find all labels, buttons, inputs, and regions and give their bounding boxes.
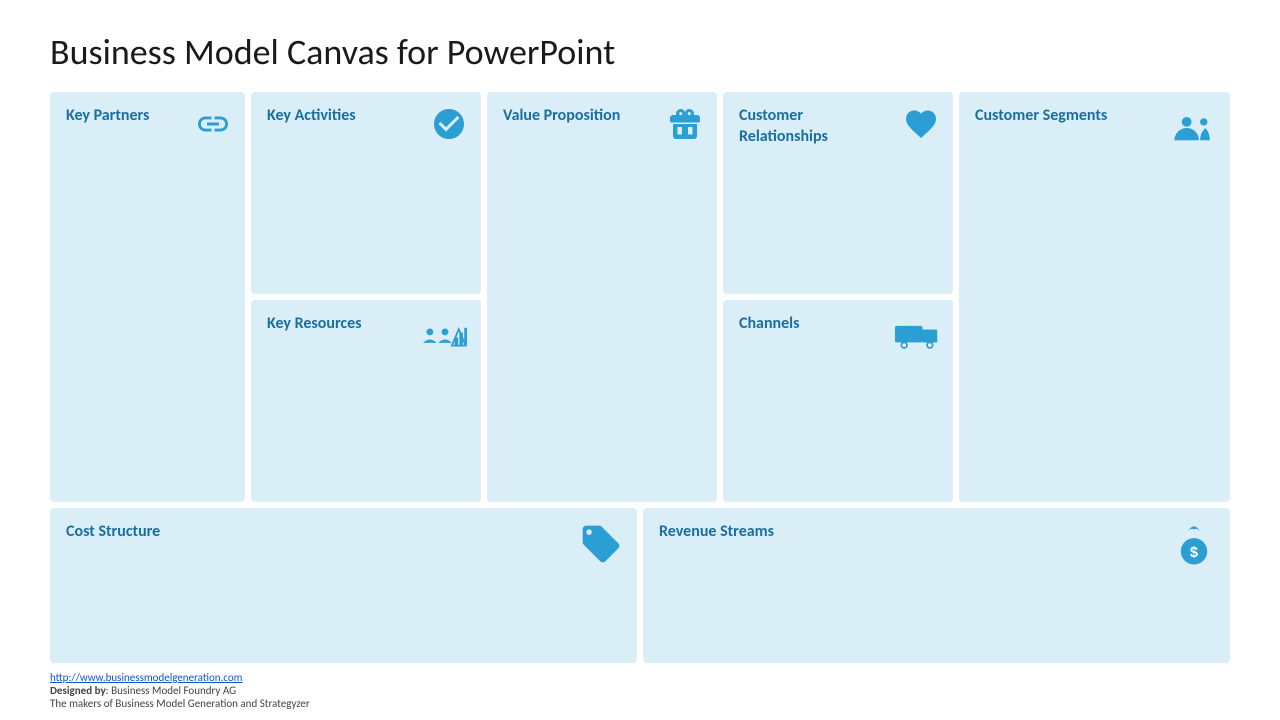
truck-icon [895, 314, 939, 366]
footer: http://www.businessmodelgeneration.com D… [50, 671, 1230, 710]
link-icon [195, 106, 231, 150]
tag-icon [579, 522, 623, 574]
footer-link[interactable]: http://www.businessmodelgeneration.com [50, 671, 242, 684]
key-resources-label: Key Resources [267, 314, 416, 335]
key-activities-label: Key Activities [267, 106, 416, 127]
cell-customer-segments: Customer Segments [959, 92, 1230, 502]
cell-channels: Channels [723, 300, 953, 502]
value-proposition-label: Value Proposition [503, 106, 652, 127]
tag-icon-svg [579, 522, 623, 566]
col-customer-right: Customer Relationships Channels [723, 92, 953, 502]
truck-icon-svg [895, 314, 939, 358]
cell-key-partners: Key Partners [50, 92, 245, 502]
cell-revenue-streams: Revenue Streams $ [643, 508, 1230, 663]
money-bag-icon-svg: $ [1172, 522, 1216, 566]
heart-icon-svg [903, 106, 939, 142]
customer-relationships-label: Customer Relationships [739, 106, 888, 148]
page: Business Model Canvas for PowerPoint Key… [0, 0, 1280, 720]
gift-icon [667, 106, 703, 150]
key-partners-label: Key Partners [66, 106, 188, 127]
heart-icon [903, 106, 939, 150]
link-icon-svg [195, 106, 231, 142]
cost-structure-label: Cost Structure [66, 522, 482, 543]
cell-key-activities: Key Activities [251, 92, 481, 294]
people-icon [1172, 106, 1216, 158]
revenue-streams-label: Revenue Streams [659, 522, 1075, 543]
checkmark-icon [431, 106, 467, 150]
cell-customer-relationships: Customer Relationships [723, 92, 953, 294]
footer-tagline: The makers of Business Model Generation … [50, 697, 310, 710]
col-activities-resources: Key Activities Key Resources [251, 92, 481, 502]
footer-designed-by: Designed by: Business Model Foundry AG [50, 684, 236, 697]
cell-key-resources: Key Resources [251, 300, 481, 502]
cell-value-proposition: Value Proposition [487, 92, 717, 502]
page-title: Business Model Canvas for PowerPoint [50, 30, 1230, 74]
channels-label: Channels [739, 314, 888, 335]
resources-icon-svg [423, 314, 467, 358]
cell-cost-structure: Cost Structure [50, 508, 637, 663]
customer-segments-label: Customer Segments [975, 106, 1154, 127]
canvas-area: Key Partners Key Activities [50, 92, 1230, 663]
footer-designed-label: Designed by [50, 684, 106, 697]
svg-text:$: $ [1190, 545, 1198, 561]
people-icon-svg [1172, 106, 1216, 150]
bottom-section: Cost Structure Revenue Streams $ [50, 508, 1230, 663]
gift-icon-svg [667, 106, 703, 142]
money-bag-icon: $ [1172, 522, 1216, 574]
checkmark-icon-svg [431, 106, 467, 142]
top-section: Key Partners Key Activities [50, 92, 1230, 502]
footer-designed-value: : Business Model Foundry AG [106, 684, 236, 697]
resources-icon [423, 314, 467, 366]
